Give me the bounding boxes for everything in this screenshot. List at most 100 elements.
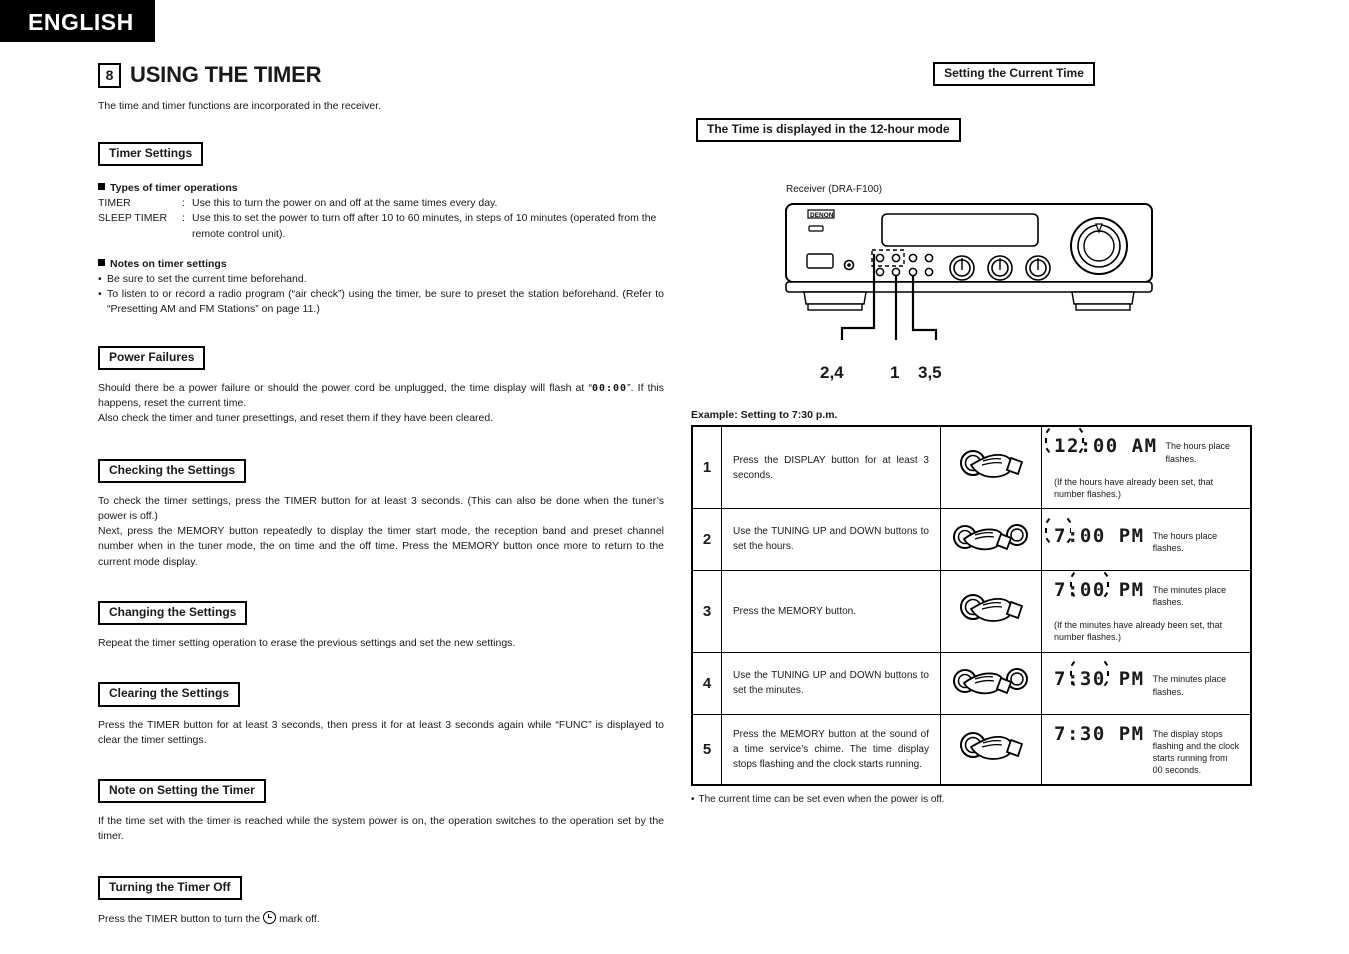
receiver-front-panel-svg: DENON [785, 203, 1153, 341]
display-note: The hours place flashes. [1165, 441, 1231, 464]
changing-settings-body: Repeat the timer setting operation to er… [98, 636, 664, 651]
subhead-label: Types of timer operations [110, 182, 238, 195]
lcd-display-value: 7:00 PM [1054, 571, 1145, 601]
display-main-row: 7:30 PM The display stops flashing and t… [1054, 723, 1240, 777]
hand-press-two-buttons-svg [953, 667, 1028, 694]
bullet-dot-icon: • [98, 288, 102, 301]
bullet-dot-icon: • [691, 794, 695, 806]
flash-tick-icon [1070, 671, 1072, 677]
timer-type-desc: Use this to set the power to turn off af… [192, 212, 657, 225]
turning-off-text-after: mark off. [279, 912, 320, 925]
hand-press-two-buttons-svg [953, 523, 1028, 551]
language-banner-label: ENGLISH [28, 9, 134, 35]
flash-tick-icon [1045, 428, 1050, 434]
timer-notes-list: • Be sure to set the current time before… [98, 272, 664, 318]
flash-tick-icon [1107, 581, 1109, 587]
subhead-types-of-timer-operations: Types of timer operations [98, 182, 664, 194]
flash-tick-icon [1070, 571, 1076, 577]
clock-icon [263, 910, 277, 924]
step-number: 4 [691, 651, 722, 715]
flash-tick-icon [1070, 591, 1076, 597]
display-main-row: 7:00 PM The minutes place flashes. [1054, 571, 1240, 608]
hand-press-single-button-icon [940, 425, 1042, 509]
callout-label-3-5: 3,5 [918, 363, 942, 383]
changing-settings-paragraph: Repeat the timer setting operation to er… [98, 637, 516, 650]
hand-press-single-button-icon [940, 569, 1042, 653]
list-item: • To listen to or record a radio program… [98, 287, 664, 317]
step-instruction: Press the MEMORY button. [721, 569, 941, 653]
flash-tick-icon [1104, 591, 1109, 597]
step-number: 3 [691, 569, 722, 653]
power-failures-text-before: Should there be a power failure or shoul… [98, 381, 592, 394]
timer-type-colon: : [182, 197, 185, 210]
flash-tick-icon [1078, 428, 1084, 434]
lcd-display-value: 7:30 PM [1054, 661, 1145, 690]
chapter-intro: The time and timer functions are incorpo… [98, 100, 382, 112]
flash-tick-icon [1066, 537, 1071, 543]
table-row: 2 Use the TUNING UP and DOWN buttons to … [691, 507, 1252, 571]
footnote-text: The current time can be set even when th… [698, 794, 945, 806]
manual-page: ENGLISH 8 USING THE TIMER The time and t… [0, 0, 1349, 954]
checking-settings-paragraph-2: Next, press the MEMORY button repeatedly… [98, 525, 664, 568]
checking-settings-paragraph-1: To check the timer settings, press the T… [98, 494, 664, 523]
step-instruction: Press the MEMORY button at the sound of … [721, 713, 941, 786]
table-row: 5 Press the MEMORY button at the sound o… [691, 713, 1252, 786]
example-label: Example: Setting to 7:30 p.m. [691, 409, 838, 422]
lcd-display-value: 12:00 AM [1045, 428, 1158, 457]
square-bullet-icon [98, 258, 105, 266]
table-row: 3 Press the MEMORY button. 7:00 PM The m… [691, 569, 1252, 653]
step-display-cell: 7:30 PM The display stops flashing and t… [1041, 713, 1252, 786]
section-heading-power-failures: Power Failures [98, 345, 206, 370]
footnote: • The current time can be set even when t… [691, 794, 1252, 805]
step-display-cell: 12:00 AM The hours place flashes. (If th… [1041, 425, 1252, 509]
section-heading-setting-current-time: Setting the Current Time [933, 62, 1095, 87]
section-turning-timer-off: Turning the Timer Off Press the TIMER bu… [98, 875, 664, 927]
turning-timer-off-paragraph: Press the TIMER button to turn the mark o… [98, 910, 664, 927]
table-row: 4 Use the TUNING UP and DOWN buttons to … [691, 651, 1252, 715]
display-sub-note: (If the hours have already been set, tha… [1054, 476, 1214, 499]
step-number: 2 [691, 507, 722, 571]
list-item: TIMER : Use this to turn the power on an… [98, 196, 664, 211]
setting-current-time-heading-wrap: Setting the Current Time [686, 62, 1252, 87]
power-failures-body: Should there be a power failure or shoul… [98, 381, 664, 427]
callout-label-1: 1 [890, 363, 900, 383]
power-failures-paragraph: Should there be a power failure or shoul… [98, 381, 664, 412]
timer-types-list: TIMER : Use this to turn the power on an… [98, 196, 664, 242]
callout-label-2-4: 2,4 [820, 363, 844, 383]
flash-tick-icon [1070, 681, 1076, 687]
square-bullet-icon [98, 183, 105, 191]
flash-tick-icon [1070, 581, 1072, 587]
flash-tick-icon [1082, 438, 1084, 444]
subhead-notes-on-timer-settings: Notes on timer settings [98, 258, 664, 270]
flash-tick-icon [1104, 571, 1109, 577]
section-heading-clearing-settings: Clearing the Settings [98, 682, 241, 707]
receiver-label: Receiver (DRA-F100) [786, 184, 883, 196]
flash-tick-icon [1045, 517, 1050, 523]
clearing-settings-paragraph: Press the TIMER button for at least 3 se… [98, 718, 664, 746]
bullet-dot-icon: • [98, 272, 102, 285]
timer-type-colon: : [182, 212, 185, 225]
lcd-display-value: 7:30 PM [1054, 722, 1145, 745]
step-display-cell: 7:00 PM The hours place flashes. [1041, 507, 1252, 571]
hand-press-single-button-icon [940, 713, 1042, 786]
flash-tick-icon [1045, 527, 1047, 533]
callout-numbers-row: 2,4 1 3,5 [784, 363, 1154, 387]
hand-press-single-button-svg [960, 450, 1024, 479]
step-number: 5 [691, 713, 722, 786]
timer-type-desc-cont: remote control unit). [192, 227, 286, 240]
section-heading-note-on-setting-timer: Note on Setting the Timer [98, 778, 266, 804]
flash-tick-icon [1104, 681, 1109, 687]
section-clearing-settings: Clearing the Settings Press the TIMER bu… [98, 682, 664, 748]
timer-type-term: SLEEP TIMER [98, 212, 168, 225]
section-note-on-setting-timer: Note on Setting the Timer If the time se… [98, 778, 664, 845]
flash-tick-icon [1069, 527, 1072, 533]
display-main-row: 12:00 AM The hours place flashes. [1045, 428, 1240, 464]
display-note: The minutes place flashes. [1152, 674, 1227, 697]
flash-tick-icon [1070, 661, 1076, 667]
page-title: USING THE TIMER [130, 62, 322, 87]
flash-tick-icon [1107, 671, 1109, 677]
note-on-setting-body: If the time set with the timer is reache… [98, 814, 664, 844]
section-heading-changing-settings: Changing the Settings [98, 600, 248, 626]
flash-tick-icon [1045, 438, 1047, 444]
section-checking-settings: Checking the Settings To check the timer… [98, 458, 664, 570]
